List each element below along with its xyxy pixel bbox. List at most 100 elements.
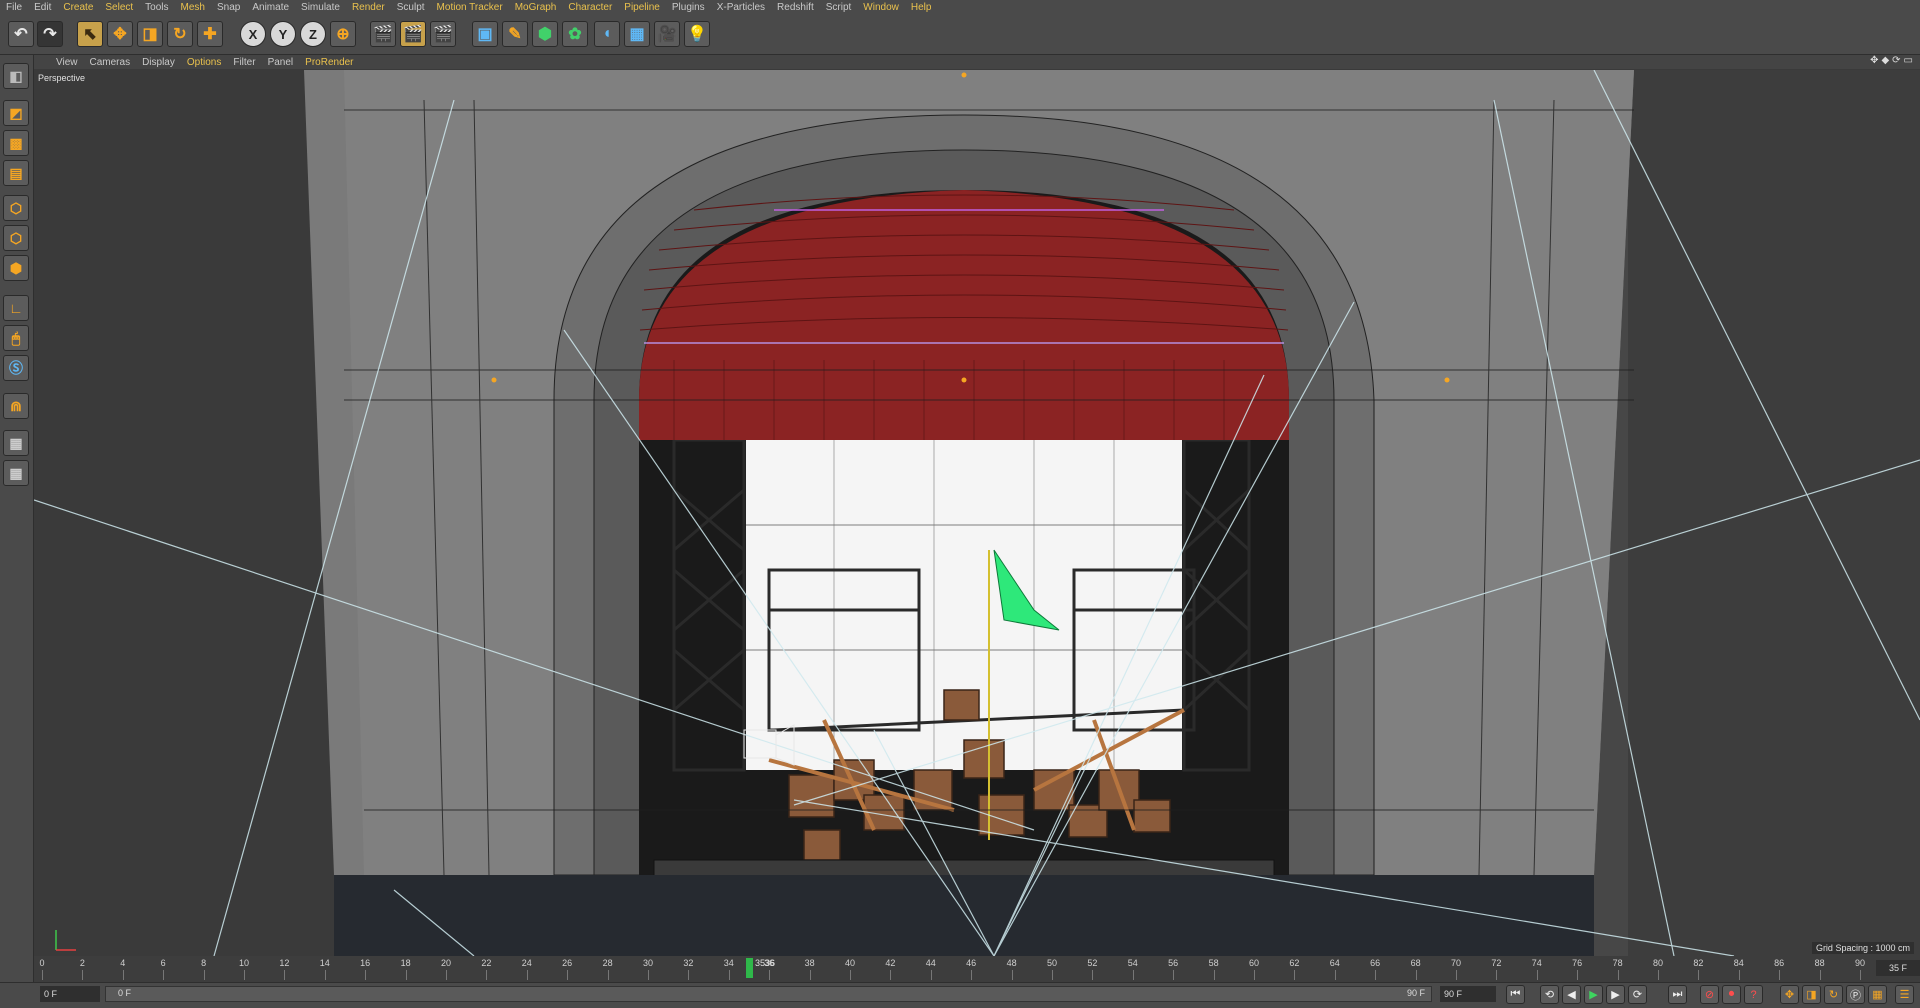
timeline-tick-label: 10 xyxy=(238,958,250,968)
undo-icon[interactable]: ↶ xyxy=(8,21,34,47)
cloner-icon[interactable]: ✿ xyxy=(562,21,588,47)
go-to-end-icon[interactable]: ⏭ xyxy=(1668,985,1687,1004)
menu-redshift[interactable]: Redshift xyxy=(771,2,820,13)
viewport-navigation-icons[interactable]: ✥◆⟳▭ xyxy=(1870,55,1916,66)
next-frame-icon[interactable]: ▶ xyxy=(1606,985,1625,1004)
deformer-icon[interactable]: ◖ xyxy=(594,21,620,47)
workplane-align-icon[interactable]: ▦ xyxy=(3,460,29,486)
viewport-menu-display[interactable]: Display xyxy=(136,57,181,68)
x-axis-lock-button[interactable]: X xyxy=(240,21,266,47)
menu-mesh[interactable]: Mesh xyxy=(175,2,211,13)
viewport-menu-filter[interactable]: Filter xyxy=(227,57,261,68)
create-tool-icon[interactable]: ✚ xyxy=(197,21,223,47)
menu-mograph[interactable]: MoGraph xyxy=(509,2,563,13)
record-parameter-icon[interactable]: Ⓟ xyxy=(1846,985,1865,1004)
edges-mode-icon[interactable]: ⬡ xyxy=(3,225,29,251)
grid-spacing-readout: Grid Spacing : 1000 cm xyxy=(1811,942,1914,954)
menu-plugins[interactable]: Plugins xyxy=(666,2,711,13)
record-position-icon[interactable]: ✥ xyxy=(1780,985,1799,1004)
z-axis-lock-button[interactable]: Z xyxy=(300,21,326,47)
current-frame-label: 3536 xyxy=(755,958,776,968)
menu-character[interactable]: Character xyxy=(562,2,618,13)
perspective-viewport[interactable]: Perspective Grid Spacing : 1000 cm xyxy=(34,70,1920,956)
texture-mode-icon[interactable]: ▩ xyxy=(3,130,29,156)
viewport-menu-view[interactable]: View xyxy=(34,57,84,68)
timeline-tick-line xyxy=(1738,970,1740,980)
rotate-tool-icon[interactable]: ↻ xyxy=(167,21,193,47)
timeline-ruler[interactable]: 0 2 4 6 8 10 12 14 16 18 20 22 24 26 28 30 32 34 36 38 40 42 4… xyxy=(34,956,1920,982)
scale-tool-icon[interactable]: ◨ xyxy=(137,21,163,47)
polygons-mode-icon[interactable]: ⬢ xyxy=(3,255,29,281)
coordinate-system-icon[interactable]: ⊕ xyxy=(330,21,356,47)
menu-render[interactable]: Render xyxy=(346,2,391,13)
move-tool-icon[interactable]: ✥ xyxy=(107,21,133,47)
viewport-menu-cameras[interactable]: Cameras xyxy=(84,57,137,68)
left-tool-palette: ◧ ◩ ▩ ▤ ⬡ ⬡ ⬢ ∟ 🖱 Ⓢ ⋒ ▦ ▦ xyxy=(0,55,34,1007)
go-to-start-icon[interactable]: ⏮ xyxy=(1506,985,1525,1004)
menu-x-particles[interactable]: X-Particles xyxy=(711,2,771,13)
menu-script[interactable]: Script xyxy=(820,2,858,13)
previous-keyframe-icon[interactable]: ⟲ xyxy=(1540,985,1559,1004)
menu-help[interactable]: Help xyxy=(905,2,938,13)
record-point-level-icon[interactable]: ▦ xyxy=(1868,985,1887,1004)
snap-icon[interactable]: ⋒ xyxy=(3,393,29,419)
live-selection-icon[interactable]: ⬉ xyxy=(77,21,103,47)
menu-motion-tracker[interactable]: Motion Tracker xyxy=(431,2,509,13)
model-mode-icon[interactable]: ◩ xyxy=(3,100,29,126)
timeline-tick-label: 32 xyxy=(683,958,694,968)
render-view-icon[interactable]: 🎬 xyxy=(370,21,396,47)
tweak-mode-icon[interactable]: 🖱 xyxy=(3,325,29,351)
end-frame-field[interactable]: 90 F xyxy=(1440,986,1496,1002)
play-forward-icon[interactable]: ▶ xyxy=(1584,985,1603,1004)
make-editable-icon[interactable]: ◧ xyxy=(3,63,29,89)
record-scale-icon[interactable]: ◨ xyxy=(1802,985,1821,1004)
next-keyframe-icon[interactable]: ⟳ xyxy=(1628,985,1647,1004)
timeline-tick-line xyxy=(163,970,165,980)
cube-primitive-icon[interactable]: ▣ xyxy=(472,21,498,47)
record-rotation-icon[interactable]: ↻ xyxy=(1824,985,1843,1004)
y-axis-lock-button[interactable]: Y xyxy=(270,21,296,47)
menu-edit[interactable]: Edit xyxy=(28,2,57,13)
render-to-picture-viewer-icon[interactable]: 🎬 xyxy=(400,21,426,47)
menu-select[interactable]: Select xyxy=(99,2,139,13)
timeline-tick-label: 38 xyxy=(804,958,815,968)
menu-snap[interactable]: Snap xyxy=(211,2,246,13)
current-frame-field[interactable]: 35 F xyxy=(1876,960,1920,976)
points-mode-icon[interactable]: ⬡ xyxy=(3,195,29,221)
menu-animate[interactable]: Animate xyxy=(246,2,295,13)
axis-mode-icon[interactable]: ∟ xyxy=(3,295,29,321)
record-active-objects-icon[interactable]: ⊘ xyxy=(1700,985,1719,1004)
camera-object-icon[interactable]: 🎥 xyxy=(654,21,680,47)
viewport-menu-options[interactable]: Options xyxy=(181,57,227,68)
menu-simulate[interactable]: Simulate xyxy=(295,2,346,13)
viewport-menu-bar: View Cameras Display Options Filter Pane… xyxy=(34,55,1920,69)
timeline-tick-line xyxy=(971,970,973,980)
redo-icon[interactable]: ↷ xyxy=(37,21,63,47)
autokeying-icon[interactable]: ⏺ xyxy=(1722,985,1741,1004)
edit-render-settings-icon[interactable]: 🎬 xyxy=(430,21,456,47)
timeline-tick-line xyxy=(1213,970,1215,980)
timeline-playhead[interactable] xyxy=(746,958,753,978)
viewport-menu-panel[interactable]: Panel xyxy=(262,57,300,68)
keyframe-selection-icon[interactable]: ? xyxy=(1744,985,1763,1004)
viewport-menu-prorender[interactable]: ProRender xyxy=(299,57,359,68)
workplane-lock-icon[interactable]: ▦ xyxy=(3,430,29,456)
menu-tools[interactable]: Tools xyxy=(139,2,174,13)
menu-window[interactable]: Window xyxy=(857,2,905,13)
timeline-window-icon[interactable]: ☰ xyxy=(1895,985,1914,1004)
spline-pen-icon[interactable]: ✎ xyxy=(502,21,528,47)
previous-frame-icon[interactable]: ◀ xyxy=(1562,985,1581,1004)
light-object-icon[interactable]: 💡 xyxy=(684,21,710,47)
start-frame-field[interactable]: 0 F xyxy=(40,986,100,1002)
preview-range-slider[interactable]: 0 F 90 F xyxy=(105,986,1432,1002)
workplane-mode-icon[interactable]: ▤ xyxy=(3,160,29,186)
subdivision-surface-icon[interactable]: ⬢ xyxy=(532,21,558,47)
menu-file[interactable]: File xyxy=(0,2,28,13)
timeline-tick-label: 8 xyxy=(201,958,207,968)
menu-sculpt[interactable]: Sculpt xyxy=(391,2,431,13)
floor-object-icon[interactable]: ▦ xyxy=(624,21,650,47)
menu-create[interactable]: Create xyxy=(57,2,99,13)
menu-pipeline[interactable]: Pipeline xyxy=(618,2,666,13)
timeline-tick-line xyxy=(1536,970,1538,980)
solo-mode-icon[interactable]: Ⓢ xyxy=(3,355,29,381)
